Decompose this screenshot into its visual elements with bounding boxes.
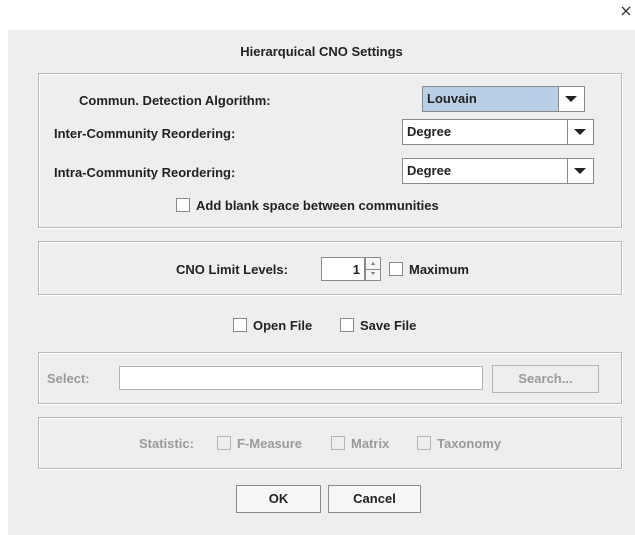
detection-algorithm-select[interactable]: Louvain [422, 86, 585, 112]
intra-community-value: Degree [407, 163, 452, 178]
select-input[interactable] [119, 366, 483, 390]
limit-levels-panel: CNO Limit Levels: 1 Maximum [38, 241, 622, 295]
statistic-label: Statistic: [139, 436, 194, 451]
checkbox-icon[interactable] [217, 436, 231, 450]
intra-community-select[interactable]: Degree [402, 158, 594, 184]
checkbox-icon[interactable] [176, 198, 190, 212]
ok-button[interactable]: OK [236, 485, 321, 513]
chevron-down-icon[interactable] [567, 159, 593, 183]
select-label: Select: [47, 371, 90, 386]
statistic-panel: Statistic: F-Measure Matrix Taxonomy [38, 417, 622, 469]
inter-community-select[interactable]: Degree [402, 119, 594, 145]
limit-levels-input[interactable]: 1 [321, 257, 365, 281]
limit-levels-value: 1 [352, 262, 360, 277]
matrix-checkbox[interactable]: Matrix [331, 436, 389, 451]
cancel-button[interactable]: Cancel [328, 485, 421, 513]
select-panel: Select: Search... [38, 352, 622, 404]
maximum-checkbox[interactable]: Maximum [389, 262, 469, 277]
inter-community-value: Degree [407, 124, 452, 139]
settings-dialog: Hierarquical CNO Settings Commun. Detect… [8, 30, 635, 535]
chevron-down-icon[interactable] [558, 87, 584, 111]
matrix-label: Matrix [351, 436, 390, 451]
open-file-label: Open File [253, 318, 313, 333]
checkbox-icon[interactable] [340, 318, 354, 332]
taxonomy-checkbox[interactable]: Taxonomy [417, 436, 501, 451]
checkbox-icon[interactable] [331, 436, 345, 450]
taxonomy-label: Taxonomy [437, 436, 502, 451]
save-file-label: Save File [360, 318, 417, 333]
chevron-down-icon[interactable] [567, 120, 593, 144]
detection-algorithm-value: Louvain [427, 91, 477, 106]
close-icon[interactable]: × [617, 2, 635, 20]
detection-algorithm-label: Commun. Detection Algorithm: [79, 93, 271, 108]
inter-community-label: Inter-Community Reordering: [54, 126, 236, 141]
intra-community-label: Intra-Community Reordering: [54, 165, 236, 180]
fmeasure-checkbox[interactable]: F-Measure [217, 436, 302, 451]
open-file-checkbox[interactable]: Open File [233, 318, 312, 333]
spinner-down-icon[interactable] [366, 269, 380, 280]
limit-levels-spinner[interactable] [365, 257, 381, 281]
checkbox-icon[interactable] [233, 318, 247, 332]
maximum-label: Maximum [409, 262, 469, 277]
fmeasure-label: F-Measure [237, 436, 303, 451]
save-file-checkbox[interactable]: Save File [340, 318, 416, 333]
checkbox-icon[interactable] [389, 262, 403, 276]
algorithm-panel: Commun. Detection Algorithm: Louvain Int… [38, 73, 622, 228]
dialog-title: Hierarquical CNO Settings [240, 44, 403, 59]
search-button[interactable]: Search... [492, 365, 599, 393]
limit-levels-label: CNO Limit Levels: [176, 262, 288, 277]
blank-space-label: Add blank space between communities [196, 198, 439, 213]
checkbox-icon[interactable] [417, 436, 431, 450]
blank-space-checkbox[interactable]: Add blank space between communities [176, 198, 439, 213]
